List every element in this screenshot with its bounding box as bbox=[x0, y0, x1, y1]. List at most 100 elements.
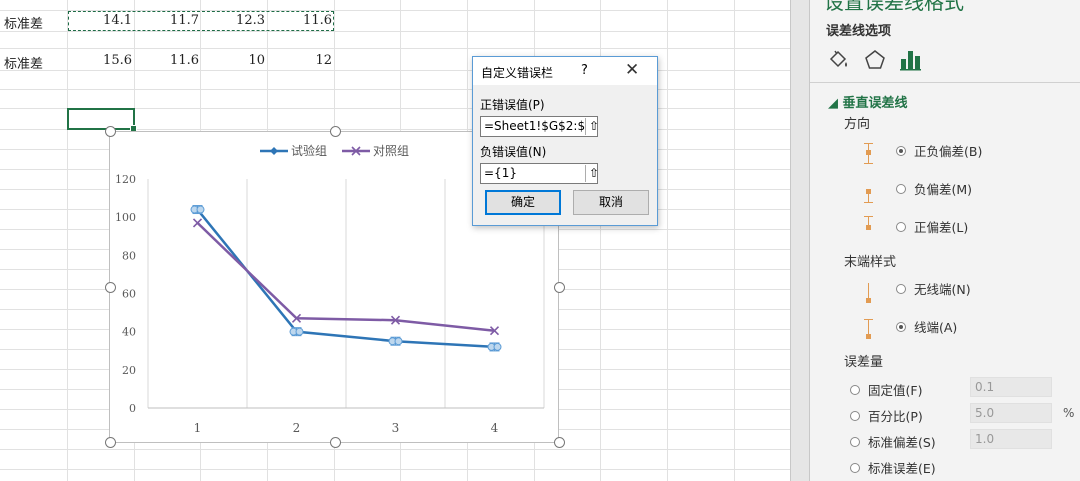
error-bar-handle bbox=[493, 342, 502, 351]
radio-label: 标准误差(E) bbox=[868, 461, 936, 476]
percent-unit: % bbox=[1063, 406, 1075, 420]
positive-error-label: 正错误值(P) bbox=[480, 98, 545, 112]
section-vertical-error-bars[interactable]: ◢ 垂直误差线 bbox=[828, 92, 908, 111]
radio-label: 线端(A) bbox=[914, 320, 958, 335]
y-tick-label: 80 bbox=[122, 249, 136, 262]
data-point-x-marker bbox=[192, 218, 203, 228]
radio-label: 无线端(N) bbox=[914, 282, 971, 297]
negative-error-label: 负错误值(N) bbox=[480, 145, 547, 159]
collapse-triangle-icon: ◢ bbox=[828, 96, 843, 111]
help-button[interactable]: ? bbox=[581, 63, 588, 78]
y-tick-label: 120 bbox=[115, 173, 136, 186]
legend-marker bbox=[270, 147, 278, 155]
end-style-label: 末端样式 bbox=[844, 255, 897, 270]
radio-button[interactable] bbox=[896, 183, 906, 194]
dialog-titlebar[interactable]: 自定义错误栏 ? ✕ bbox=[473, 57, 657, 85]
plus-direction-icon bbox=[862, 212, 876, 240]
ok-button[interactable]: 确定 bbox=[485, 190, 561, 215]
custom-error-bars-dialog: 自定义错误栏 ? ✕ 正错误值(P) =Sheet1!$G$2:$ ⇧ 负错误值… bbox=[472, 56, 658, 226]
resize-handle[interactable] bbox=[330, 126, 341, 137]
resize-handle[interactable] bbox=[105, 282, 116, 293]
cap-icon bbox=[862, 317, 876, 345]
x-tick-label: 4 bbox=[491, 421, 499, 435]
error-bar-handle bbox=[394, 337, 403, 346]
legend-label: 试验组 bbox=[291, 143, 327, 158]
radio-label: 正负偏差(B) bbox=[914, 144, 983, 159]
radio-label: 固定值(F) bbox=[868, 383, 923, 398]
radio-button[interactable] bbox=[896, 145, 906, 156]
negative-error-value: ={1} bbox=[484, 166, 517, 180]
radio-button[interactable] bbox=[896, 283, 906, 294]
y-tick-label: 40 bbox=[122, 326, 136, 339]
pane-subtitle: 误差线选项 bbox=[826, 24, 892, 39]
cell-value[interactable]: 15.6 bbox=[72, 53, 132, 68]
collapse-dialog-icon[interactable]: ⇧ bbox=[585, 118, 597, 135]
radio-button[interactable] bbox=[850, 462, 860, 473]
resize-handle[interactable] bbox=[330, 437, 341, 448]
radio-percentage[interactable]: 百分比(P) bbox=[850, 406, 923, 425]
cancel-button[interactable]: 取消 bbox=[573, 190, 649, 215]
radio-label: 负偏差(M) bbox=[914, 182, 973, 197]
radio-button[interactable] bbox=[896, 321, 906, 332]
y-tick-label: 20 bbox=[122, 364, 136, 377]
y-tick-label: 100 bbox=[115, 211, 136, 224]
dialog-title: 自定义错误栏 bbox=[481, 66, 554, 80]
radio-no-cap[interactable]: 无线端(N) bbox=[896, 279, 971, 298]
pane-title: 设置误差线格式 bbox=[824, 0, 964, 14]
radio-label: 百分比(P) bbox=[868, 409, 923, 424]
fill-line-icon[interactable] bbox=[826, 47, 852, 73]
radio-std-dev[interactable]: 标准偏差(S) bbox=[850, 432, 936, 451]
radio-both[interactable]: 正负偏差(B) bbox=[896, 141, 982, 160]
minus-direction-icon bbox=[862, 180, 876, 208]
direction-label: 方向 bbox=[844, 117, 871, 132]
collapse-dialog-icon[interactable]: ⇧ bbox=[585, 165, 597, 182]
fixed-value-input[interactable]: 0.1 bbox=[970, 377, 1052, 397]
section-label: 垂直误差线 bbox=[842, 96, 908, 111]
radio-std-error[interactable]: 标准误差(E) bbox=[850, 458, 936, 477]
radio-label: 标准偏差(S) bbox=[868, 435, 936, 450]
resize-handle[interactable] bbox=[105, 437, 116, 448]
cell-label-row2[interactable]: 标准差 bbox=[4, 53, 43, 72]
radio-button[interactable] bbox=[850, 436, 860, 447]
error-amount-label: 误差量 bbox=[844, 355, 884, 370]
positive-error-input[interactable]: =Sheet1!$G$2:$ ⇧ bbox=[480, 116, 598, 137]
radio-plus[interactable]: 正偏差(L) bbox=[896, 217, 968, 236]
cell-value[interactable]: 11.6 bbox=[139, 53, 199, 68]
spreadsheet-area[interactable]: 标准差 14.1 11.7 12.3 11.6 标准差 15.6 11.6 10… bbox=[0, 0, 790, 481]
bar-chart-icon[interactable] bbox=[898, 47, 924, 73]
negative-error-input[interactable]: ={1} ⇧ bbox=[480, 163, 598, 184]
radio-button[interactable] bbox=[896, 221, 906, 232]
y-tick-label: 60 bbox=[122, 288, 136, 301]
std-dev-input[interactable]: 1.0 bbox=[970, 429, 1052, 449]
divider bbox=[810, 82, 1080, 83]
legend-label: 对照组 bbox=[373, 144, 409, 158]
pane-splitter[interactable] bbox=[790, 0, 810, 481]
x-tick-label: 1 bbox=[194, 421, 202, 435]
radio-fixed-value[interactable]: 固定值(F) bbox=[850, 380, 922, 399]
radio-minus[interactable]: 负偏差(M) bbox=[896, 179, 972, 198]
resize-handle[interactable] bbox=[554, 437, 565, 448]
format-error-bars-pane: 设置误差线格式 误差线选项 ◢ 垂直误差线 方向 正负偏差(B) 负偏差(M) … bbox=[810, 0, 1080, 481]
percentage-input[interactable]: 5.0 bbox=[970, 403, 1052, 423]
cell-label-row1[interactable]: 标准差 bbox=[4, 13, 43, 32]
radio-cap[interactable]: 线端(A) bbox=[896, 317, 957, 336]
resize-handle[interactable] bbox=[105, 126, 116, 137]
radio-label: 正偏差(L) bbox=[914, 220, 969, 235]
effects-icon[interactable] bbox=[862, 47, 888, 73]
copy-marquee bbox=[68, 11, 334, 31]
error-bar-handle bbox=[295, 327, 304, 336]
both-direction-icon bbox=[862, 141, 876, 169]
close-icon[interactable]: ✕ bbox=[625, 60, 639, 80]
positive-error-value: =Sheet1!$G$2:$ bbox=[484, 119, 586, 133]
resize-handle[interactable] bbox=[554, 282, 565, 293]
active-cell[interactable] bbox=[67, 108, 137, 132]
y-tick-label: 0 bbox=[129, 402, 136, 415]
radio-button[interactable] bbox=[850, 410, 860, 421]
error-bar-handle bbox=[196, 205, 205, 214]
cell-value[interactable]: 12 bbox=[272, 53, 332, 68]
no-cap-icon bbox=[862, 281, 876, 309]
x-tick-label: 3 bbox=[392, 421, 400, 435]
cell-value[interactable]: 10 bbox=[205, 53, 265, 68]
x-tick-label: 2 bbox=[293, 421, 301, 435]
radio-button[interactable] bbox=[850, 384, 860, 395]
